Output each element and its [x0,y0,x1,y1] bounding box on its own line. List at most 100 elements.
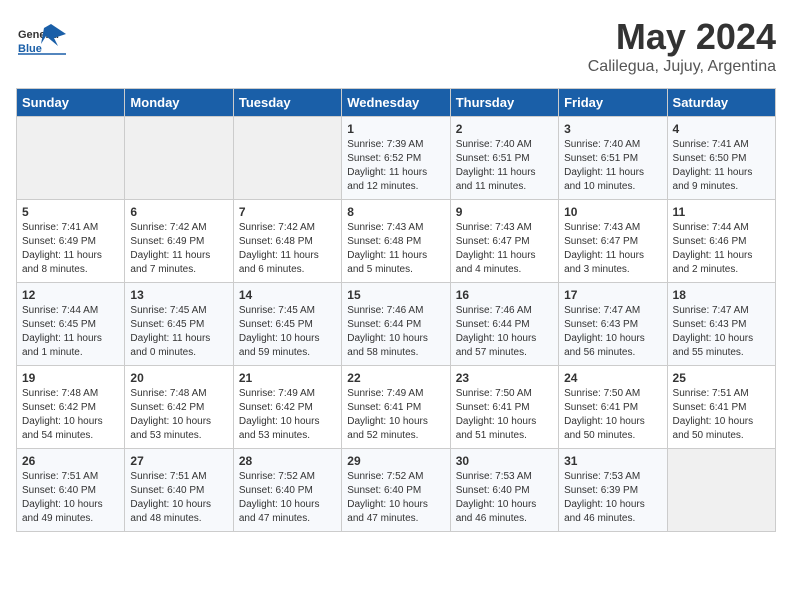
calendar-day-cell: 7 Sunrise: 7:42 AMSunset: 6:48 PMDaylight… [233,200,341,283]
day-info: Sunrise: 7:42 AMSunset: 6:48 PMDaylight:… [239,221,336,277]
calendar-day-cell: 26 Sunrise: 7:51 AMSunset: 6:40 PMDayligh… [17,449,125,532]
calendar-day-cell: 13 Sunrise: 7:45 AMSunset: 6:45 PMDayligh… [125,283,233,366]
calendar-day-cell: 17Sunrise: 7:47 AMSunset: 6:43 PMDayligh… [559,283,667,366]
day-info: Sunrise: 7:44 AMSunset: 6:45 PMDaylight:… [22,304,119,360]
day-number: 19 [22,371,119,385]
weekday-header-row: SundayMondayTuesdayWednesdayThursdayFrid… [17,89,776,117]
day-number: 26 [22,454,119,468]
calendar-day-cell: 24Sunrise: 7:50 AMSunset: 6:41 PMDayligh… [559,366,667,449]
day-info: Sunrise: 7:40 AMSunset: 6:51 PMDaylight:… [456,138,553,194]
day-info: Sunrise: 7:40 AMSunset: 6:51 PMDaylight:… [564,138,661,194]
calendar-day-cell [667,449,775,532]
calendar-day-cell: 21 Sunrise: 7:49 AMSunset: 6:42 PMDayligh… [233,366,341,449]
day-number: 15 [347,288,444,302]
logo: General Blue [16,16,66,66]
day-info: Sunrise: 7:52 AMSunset: 6:40 PMDaylight:… [347,470,444,526]
day-number: 5 [22,205,119,219]
page-header: General Blue May 2024 Calilegua, Jujuy, … [16,16,776,76]
day-info: Sunrise: 7:48 AMSunset: 6:42 PMDaylight:… [22,387,119,443]
day-number: 6 [130,205,227,219]
day-info: Sunrise: 7:43 AMSunset: 6:47 PMDaylight:… [564,221,661,277]
day-number: 29 [347,454,444,468]
calendar-day-cell: 6 Sunrise: 7:42 AMSunset: 6:49 PMDaylight… [125,200,233,283]
calendar-day-cell: 25 Sunrise: 7:51 AMSunset: 6:41 PMDayligh… [667,366,775,449]
day-number: 23 [456,371,553,385]
day-info: Sunrise: 7:45 AMSunset: 6:45 PMDaylight:… [239,304,336,360]
day-number: 12 [22,288,119,302]
day-info: Sunrise: 7:53 AMSunset: 6:39 PMDaylight:… [564,470,661,526]
day-number: 10 [564,205,661,219]
day-info: Sunrise: 7:43 AMSunset: 6:47 PMDaylight:… [456,221,553,277]
day-info: Sunrise: 7:46 AMSunset: 6:44 PMDaylight:… [347,304,444,360]
calendar-table: SundayMondayTuesdayWednesdayThursdayFrid… [16,88,776,532]
day-info: Sunrise: 7:41 AMSunset: 6:49 PMDaylight:… [22,221,119,277]
logo-icon: General Blue [16,16,66,66]
calendar-day-cell: 18 Sunrise: 7:47 AMSunset: 6:43 PMDayligh… [667,283,775,366]
calendar-week-row: 12 Sunrise: 7:44 AMSunset: 6:45 PMDayligh… [17,283,776,366]
weekday-header-cell: Tuesday [233,89,341,117]
day-info: Sunrise: 7:51 AMSunset: 6:41 PMDaylight:… [673,387,770,443]
calendar-day-cell: 14 Sunrise: 7:45 AMSunset: 6:45 PMDayligh… [233,283,341,366]
day-info: Sunrise: 7:49 AMSunset: 6:41 PMDaylight:… [347,387,444,443]
svg-text:Blue: Blue [18,43,42,55]
day-number: 21 [239,371,336,385]
day-info: Sunrise: 7:51 AMSunset: 6:40 PMDaylight:… [22,470,119,526]
day-info: Sunrise: 7:49 AMSunset: 6:42 PMDaylight:… [239,387,336,443]
day-number: 8 [347,205,444,219]
day-number: 1 [347,122,444,136]
day-number: 3 [564,122,661,136]
calendar-day-cell: 28Sunrise: 7:52 AMSunset: 6:40 PMDayligh… [233,449,341,532]
calendar-day-cell: 3 Sunrise: 7:40 AMSunset: 6:51 PMDaylight… [559,117,667,200]
day-info: Sunrise: 7:43 AMSunset: 6:48 PMDaylight:… [347,221,444,277]
day-info: Sunrise: 7:50 AMSunset: 6:41 PMDaylight:… [456,387,553,443]
day-info: Sunrise: 7:45 AMSunset: 6:45 PMDaylight:… [130,304,227,360]
month-title: May 2024 [588,16,776,58]
calendar-day-cell: 20Sunrise: 7:48 AMSunset: 6:42 PMDayligh… [125,366,233,449]
calendar-day-cell [17,117,125,200]
day-number: 11 [673,205,770,219]
calendar-day-cell: 16Sunrise: 7:46 AMSunset: 6:44 PMDayligh… [450,283,558,366]
day-number: 13 [130,288,227,302]
day-info: Sunrise: 7:53 AMSunset: 6:40 PMDaylight:… [456,470,553,526]
day-info: Sunrise: 7:41 AMSunset: 6:50 PMDaylight:… [673,138,770,194]
calendar-week-row: 1Sunrise: 7:39 AMSunset: 6:52 PMDaylight… [17,117,776,200]
calendar-day-cell: 23 Sunrise: 7:50 AMSunset: 6:41 PMDayligh… [450,366,558,449]
calendar-day-cell: 2 Sunrise: 7:40 AMSunset: 6:51 PMDaylight… [450,117,558,200]
day-number: 14 [239,288,336,302]
calendar-day-cell: 12 Sunrise: 7:44 AMSunset: 6:45 PMDayligh… [17,283,125,366]
calendar-day-cell: 11 Sunrise: 7:44 AMSunset: 6:46 PMDayligh… [667,200,775,283]
day-number: 28 [239,454,336,468]
day-number: 2 [456,122,553,136]
calendar-week-row: 26 Sunrise: 7:51 AMSunset: 6:40 PMDayligh… [17,449,776,532]
weekday-header-cell: Thursday [450,89,558,117]
weekday-header-cell: Sunday [17,89,125,117]
day-number: 25 [673,371,770,385]
day-info: Sunrise: 7:47 AMSunset: 6:43 PMDaylight:… [673,304,770,360]
calendar-week-row: 19 Sunrise: 7:48 AMSunset: 6:42 PMDayligh… [17,366,776,449]
calendar-day-cell: 5 Sunrise: 7:41 AMSunset: 6:49 PMDaylight… [17,200,125,283]
day-number: 24 [564,371,661,385]
calendar-day-cell: 4Sunrise: 7:41 AMSunset: 6:50 PMDaylight… [667,117,775,200]
calendar-body: 1Sunrise: 7:39 AMSunset: 6:52 PMDaylight… [17,117,776,532]
weekday-header-cell: Friday [559,89,667,117]
day-number: 9 [456,205,553,219]
location-subtitle: Calilegua, Jujuy, Argentina [588,58,776,76]
day-info: Sunrise: 7:47 AMSunset: 6:43 PMDaylight:… [564,304,661,360]
calendar-day-cell: 31 Sunrise: 7:53 AMSunset: 6:39 PMDayligh… [559,449,667,532]
calendar-week-row: 5 Sunrise: 7:41 AMSunset: 6:49 PMDaylight… [17,200,776,283]
calendar-day-cell: 15 Sunrise: 7:46 AMSunset: 6:44 PMDayligh… [342,283,450,366]
calendar-day-cell: 22Sunrise: 7:49 AMSunset: 6:41 PMDayligh… [342,366,450,449]
title-block: May 2024 Calilegua, Jujuy, Argentina [588,16,776,76]
day-info: Sunrise: 7:42 AMSunset: 6:49 PMDaylight:… [130,221,227,277]
calendar-day-cell: 8 Sunrise: 7:43 AMSunset: 6:48 PMDaylight… [342,200,450,283]
day-number: 7 [239,205,336,219]
day-info: Sunrise: 7:51 AMSunset: 6:40 PMDaylight:… [130,470,227,526]
weekday-header-cell: Saturday [667,89,775,117]
day-number: 31 [564,454,661,468]
calendar-day-cell: 27Sunrise: 7:51 AMSunset: 6:40 PMDayligh… [125,449,233,532]
day-info: Sunrise: 7:48 AMSunset: 6:42 PMDaylight:… [130,387,227,443]
calendar-day-cell: 30 Sunrise: 7:53 AMSunset: 6:40 PMDayligh… [450,449,558,532]
day-number: 30 [456,454,553,468]
day-number: 18 [673,288,770,302]
day-info: Sunrise: 7:44 AMSunset: 6:46 PMDaylight:… [673,221,770,277]
